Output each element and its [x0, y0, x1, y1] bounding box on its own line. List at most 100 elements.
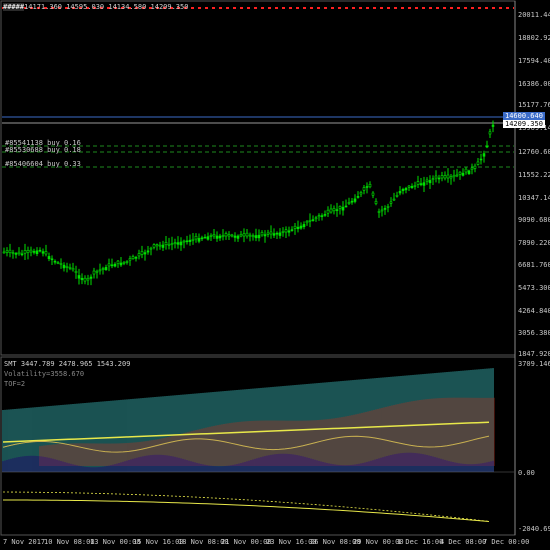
price-tick: 16386.000 — [518, 80, 550, 88]
candle-body — [302, 224, 306, 228]
candle-body — [461, 172, 465, 176]
candle-body — [476, 161, 480, 165]
candle-body — [344, 205, 348, 208]
candle-body — [338, 206, 342, 209]
candle-body — [311, 219, 315, 221]
candle-body — [53, 260, 57, 263]
candle-body — [134, 257, 138, 259]
indicator-volatility: Volatility=3558.670 — [4, 370, 85, 378]
candle-body — [17, 251, 21, 255]
candle-body — [74, 270, 78, 273]
chart-symbol-header: #####14171.360 14595.030 14134.580 14209… — [3, 3, 189, 11]
candle-body — [101, 268, 105, 270]
price-tick: 5473.300 — [518, 284, 550, 292]
candle-body — [290, 229, 294, 231]
candle-body — [323, 214, 327, 216]
candle-body — [116, 260, 120, 264]
candle-body — [104, 267, 108, 271]
candle-body — [35, 250, 39, 255]
price-tick: 18802.920 — [518, 34, 550, 42]
candle-body — [368, 184, 372, 188]
candle-body — [212, 234, 216, 237]
candle-body — [107, 263, 111, 267]
candle-body — [428, 180, 432, 184]
candle-body — [458, 171, 462, 175]
candle-body — [308, 219, 312, 222]
candle-body — [356, 196, 360, 198]
candle-body — [431, 178, 435, 180]
candle-body — [314, 217, 318, 220]
candle-body — [83, 277, 87, 282]
price-tick: 12760.600 — [518, 148, 550, 156]
candle-body — [281, 231, 285, 233]
candle-body — [254, 235, 258, 239]
price-tick: 20011.440 — [518, 11, 550, 19]
candle-body — [122, 262, 126, 264]
chart-window[interactable]: #####14171.360 14595.030 14134.580 14209… — [0, 0, 550, 550]
candle-body — [335, 209, 339, 211]
candle-body — [95, 270, 99, 273]
candle-body — [245, 232, 249, 237]
candle-body — [131, 256, 135, 260]
candle-body — [491, 124, 495, 127]
candle-body — [416, 181, 420, 185]
candle-body — [482, 153, 486, 157]
bid-price-badge: 14209.350 — [503, 120, 545, 128]
candle-body — [278, 232, 282, 236]
candle-body — [455, 174, 459, 177]
candle-body — [410, 186, 414, 188]
candle-body — [233, 235, 237, 238]
candle-body — [269, 231, 273, 235]
candle-body — [401, 189, 405, 192]
candle-body — [167, 243, 171, 246]
candle-body — [44, 251, 48, 255]
candle-body — [32, 251, 36, 253]
candle-body — [50, 258, 54, 261]
candle-body — [146, 250, 150, 253]
candle-body — [326, 209, 330, 214]
candle-body — [179, 241, 183, 246]
smt-indicator — [2, 368, 514, 523]
candle-body — [371, 192, 375, 196]
candle-body — [332, 208, 336, 212]
candle-body — [38, 249, 42, 252]
candle-body — [11, 252, 15, 254]
time-tick: 10 Nov 08:00 — [44, 538, 95, 546]
candle-body — [359, 192, 363, 195]
candle-body — [470, 167, 474, 170]
candle-body — [200, 237, 204, 240]
candle-body — [86, 277, 90, 281]
candle-body — [398, 191, 402, 194]
candle-body — [296, 226, 300, 230]
candle-body — [434, 175, 438, 179]
candle-body — [353, 198, 357, 202]
lower-band-line-2 — [2, 499, 490, 523]
order-label-2[interactable]: #85530688 buy 0.18 — [5, 146, 81, 154]
candle-body — [239, 234, 243, 237]
candle-body — [485, 145, 489, 148]
candle-body — [383, 208, 387, 210]
candle-body — [464, 168, 468, 173]
candle-body — [62, 264, 66, 269]
candle-body — [26, 250, 30, 253]
candle-body — [260, 232, 264, 236]
candle-body — [14, 253, 18, 255]
candle-body — [20, 253, 24, 256]
candle-body — [170, 243, 174, 245]
candle-body — [8, 249, 12, 254]
order-label-3[interactable]: #85406604 buy 0.33 — [5, 160, 81, 168]
chart-canvas[interactable] — [0, 0, 550, 550]
candle-body — [425, 179, 429, 182]
candle-body — [284, 229, 288, 233]
candle-body — [221, 235, 225, 237]
candle-body — [293, 225, 297, 229]
candle-body — [437, 177, 441, 180]
candle-body — [92, 270, 96, 275]
candle-body — [386, 206, 390, 208]
candle-body — [299, 225, 303, 229]
time-tick: 7 Nov 2017 — [3, 538, 46, 546]
candle-body — [188, 239, 192, 243]
price-tick: 17594.400 — [518, 57, 550, 65]
candle-body — [380, 209, 384, 212]
candle-body — [110, 264, 114, 267]
